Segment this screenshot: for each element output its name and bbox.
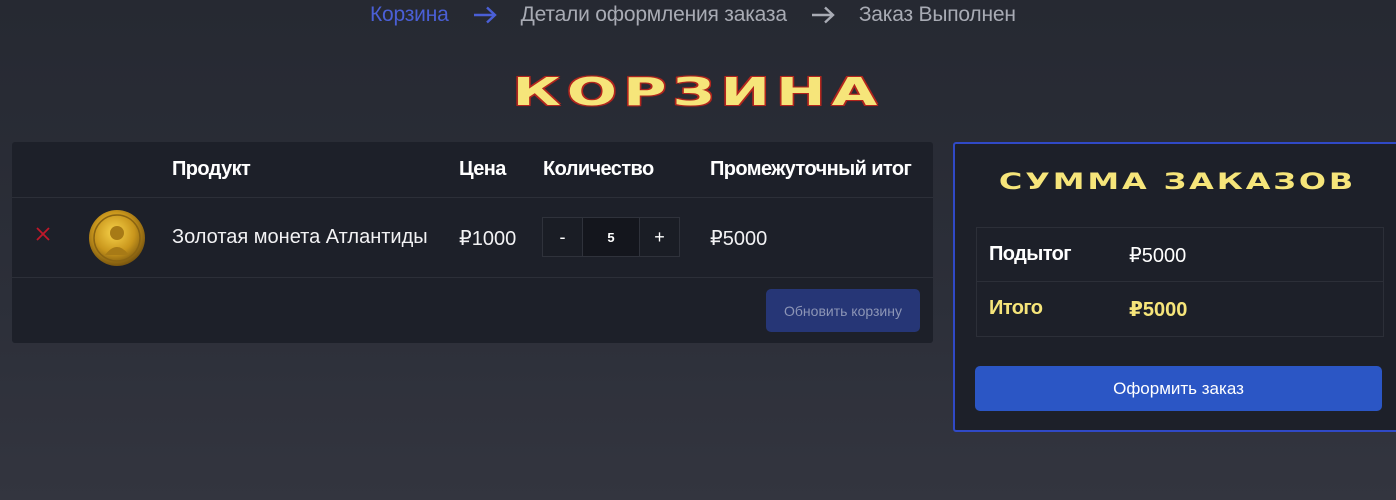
cart-table-header: Продукт Цена Количество Промежуточный ит… [12,142,933,198]
header-product: Продукт [172,158,251,180]
totals-title: Сумма заказов [998,170,1357,195]
quantity-stepper: - 5 + [542,217,680,257]
increment-button[interactable]: + [640,218,679,256]
product-name[interactable]: Золотая монета Атлантиды [172,226,428,249]
arrow-right-icon [811,6,835,24]
gold-coin-image[interactable] [88,209,146,267]
totals-row-subtotal: Подытог ₽5000 [977,228,1383,282]
total-label: Итого [989,297,1043,319]
totals-table: Подытог ₽5000 Итого ₽5000 [976,227,1384,337]
product-subtotal: ₽5000 [710,228,768,250]
breadcrumb-cart[interactable]: Корзина [370,3,449,27]
breadcrumb-checkout-details[interactable]: Детали оформления заказа [521,3,787,27]
update-cart-button[interactable]: Обновить корзину [766,289,920,332]
arrow-right-icon [473,6,497,24]
subtotal-label: Подытог [989,243,1072,265]
order-totals-panel: Сумма заказов Подытог ₽5000 Итого ₽5000 … [953,142,1396,432]
total-value: ₽5000 [1129,299,1188,321]
product-price: ₽1000 [459,228,517,250]
close-icon[interactable] [34,225,52,243]
header-price: Цена [459,158,506,180]
table-row: Золотая монета Атлантиды ₽1000 - 5 + ₽50… [12,198,933,278]
totals-row-total: Итого ₽5000 [977,282,1383,336]
header-quantity: Количество [543,158,654,180]
breadcrumb-order-complete[interactable]: Заказ Выполнен [859,3,1016,27]
decrement-button[interactable]: - [543,218,582,256]
checkout-button[interactable]: Оформить заказ [975,366,1382,411]
breadcrumb: Корзина Детали оформления заказа Заказ В… [370,3,1016,27]
subtotal-value: ₽5000 [1129,245,1187,267]
cart-table: Продукт Цена Количество Промежуточный ит… [12,142,933,343]
quantity-input[interactable]: 5 [582,218,640,256]
page-title: Корзина [512,70,884,114]
